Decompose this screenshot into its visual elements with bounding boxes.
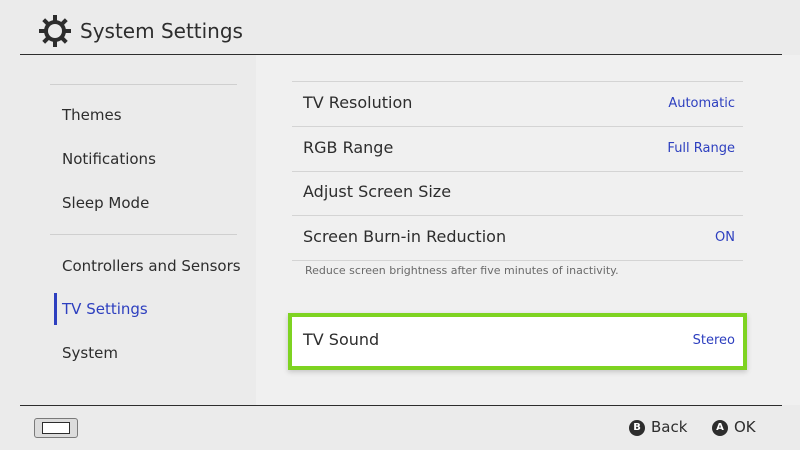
a-button-icon: A (712, 420, 728, 436)
row-value: Stereo (692, 333, 735, 348)
header: System Settings (0, 0, 800, 55)
adjust-screen-size-row[interactable]: Adjust Screen Size (292, 171, 743, 216)
row-label: RGB Range (303, 138, 394, 157)
sidebar-item-themes[interactable]: Themes (62, 106, 122, 124)
sidebar-item-amiibo[interactable]: amiibo (62, 55, 113, 59)
row-label: Adjust Screen Size (303, 182, 452, 201)
gear-icon (39, 15, 71, 47)
tv-sound-row[interactable]: TV Sound Stereo (292, 317, 743, 366)
burn-in-description: Reduce screen brightness after five minu… (305, 264, 619, 277)
page-title: System Settings (80, 19, 243, 43)
row-value: Full Range (667, 141, 735, 156)
sidebar-divider (50, 84, 237, 85)
rgb-range-row[interactable]: RGB Range Full Range (292, 127, 743, 172)
console-screen-icon (42, 422, 70, 434)
settings-panel: TV Resolution Automatic RGB Range Full R… (256, 55, 800, 405)
b-button-icon: B (629, 420, 645, 436)
row-label: TV Sound (303, 330, 380, 349)
active-indicator (54, 293, 57, 325)
sidebar-item-controllers-and-sensors[interactable]: Controllers and Sensors (62, 257, 241, 275)
row-value: Automatic (668, 96, 735, 111)
sidebar-divider (50, 234, 237, 235)
sidebar-item-tv-settings[interactable]: TV Settings (62, 300, 148, 318)
sidebar-item-notifications[interactable]: Notifications (62, 150, 156, 168)
footer-divider (20, 405, 782, 406)
sidebar-item-system[interactable]: System (62, 344, 118, 362)
ok-label: OK (734, 418, 756, 436)
screen-burn-in-reduction-row[interactable]: Screen Burn-in Reduction ON (292, 216, 743, 261)
back-label: Back (651, 418, 688, 436)
row-label: Screen Burn-in Reduction (303, 227, 507, 246)
console-handheld-icon (34, 418, 78, 438)
sidebar-item-sleep-mode[interactable]: Sleep Mode (62, 194, 149, 212)
sidebar: amiibo Themes Notifications Sleep Mode C… (0, 55, 256, 405)
tv-resolution-row[interactable]: TV Resolution Automatic (292, 82, 743, 127)
row-value: ON (715, 230, 735, 245)
row-label: TV Resolution (303, 93, 413, 112)
